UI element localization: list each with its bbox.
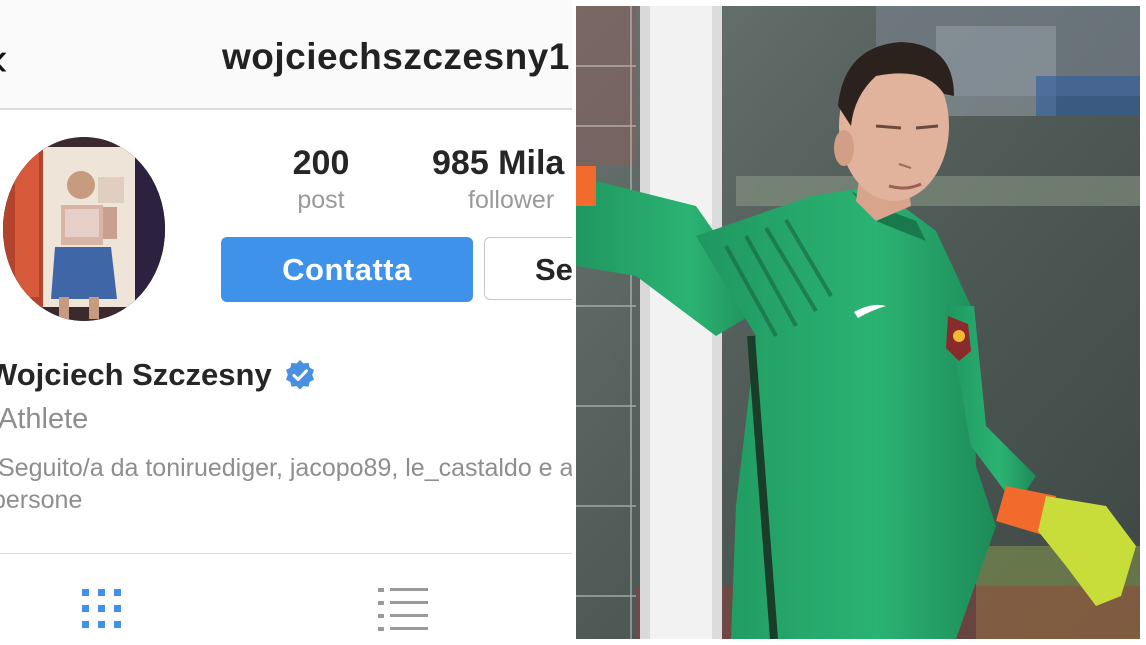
profile-header-bar: ‹ wojciechszczesny1 [0, 0, 572, 110]
verified-badge-icon [285, 360, 314, 390]
follow-button[interactable]: Segui [484, 237, 572, 300]
followers-label: follower [468, 186, 555, 214]
instagram-profile-panel: ‹ wojciechszczesny1 200 post 985 Mila fo… [0, 0, 572, 645]
profile-full-name-row: Wojciech Szczesny [0, 357, 316, 393]
goalkeeper-illustration [576, 6, 1140, 639]
followers-count: 985 Mila [432, 144, 565, 182]
followed-by-text-continued[interactable]: persone [0, 486, 82, 515]
profile-full-name: Wojciech Szczesny [0, 357, 272, 392]
goalkeeper-photo [576, 6, 1140, 639]
avatar[interactable] [3, 137, 165, 321]
profile-username: wojciechszczesny1 [222, 36, 570, 77]
list-view-icon[interactable] [378, 587, 428, 631]
grid-view-icon[interactable] [80, 587, 124, 631]
profile-category: Athlete [0, 403, 89, 435]
posts-stat: 200 post [278, 146, 364, 213]
back-icon[interactable]: ‹ [0, 36, 8, 84]
followers-stat[interactable]: 985 Mila follower [432, 146, 564, 213]
tab-divider [0, 553, 572, 554]
posts-count: 200 [292, 144, 350, 182]
followed-by-text[interactable]: Seguito/a da toniruediger, jacopo89, le_… [0, 454, 572, 483]
contact-button[interactable]: Contatta [221, 237, 473, 302]
posts-label: post [297, 186, 345, 214]
